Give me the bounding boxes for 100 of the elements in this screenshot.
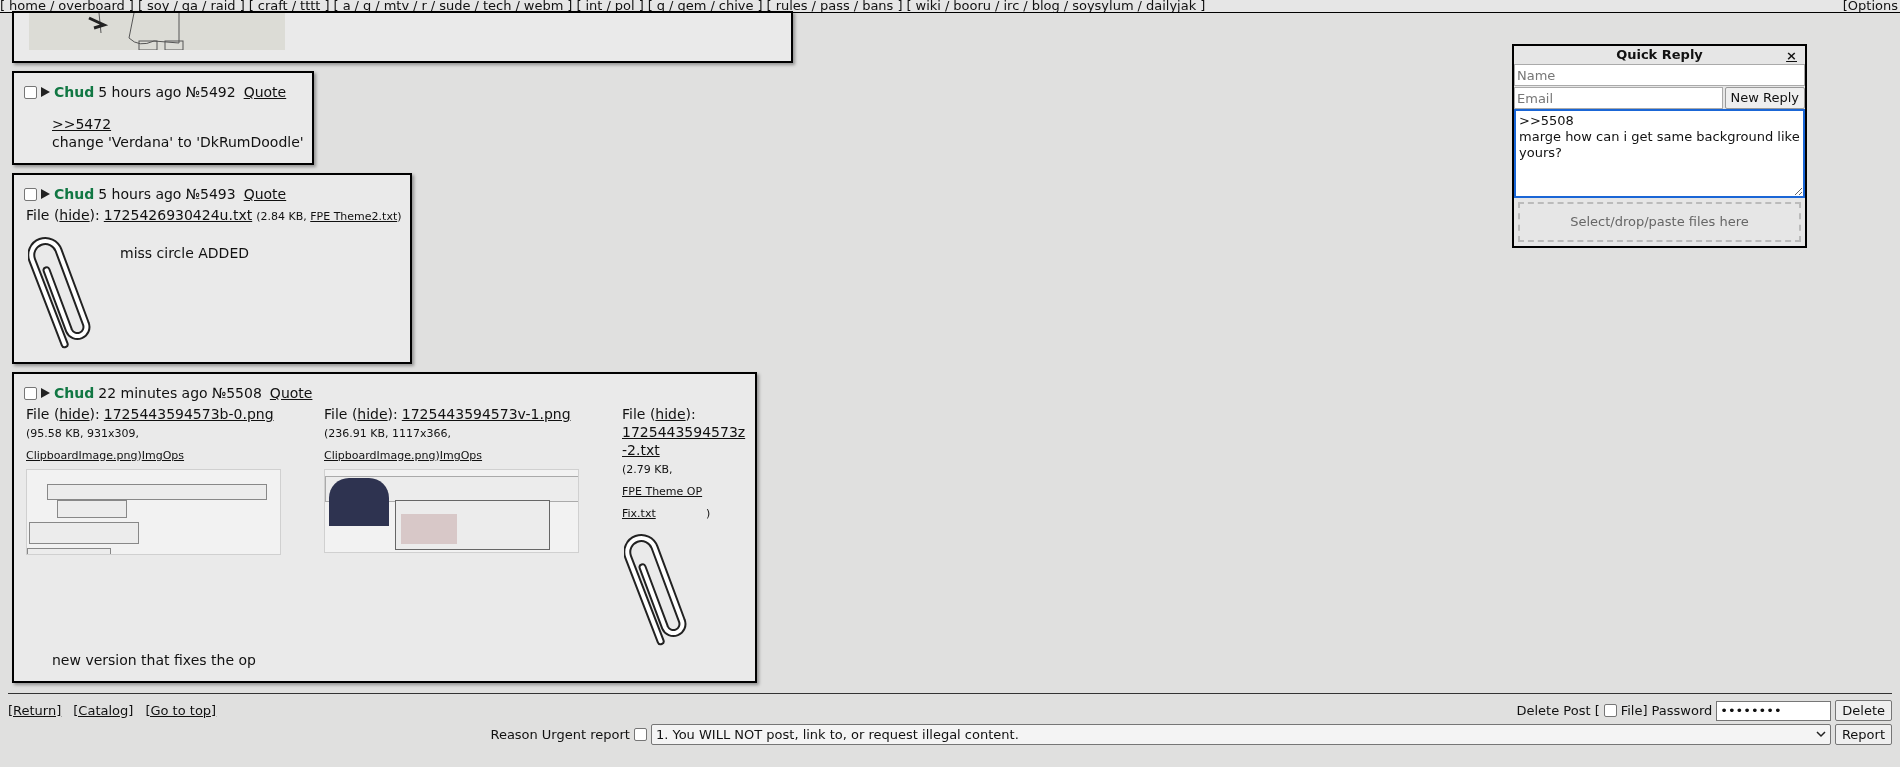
- file-label: ):: [387, 406, 398, 422]
- quote-link[interactable]: Quote: [269, 384, 313, 402]
- board-link[interactable]: soysylum: [1072, 0, 1134, 12]
- name-field[interactable]: Name: [1514, 64, 1805, 86]
- board-link[interactable]: tech: [482, 0, 512, 12]
- screenshot-thumbnail[interactable]: [26, 469, 281, 555]
- separator-text: /: [202, 0, 207, 12]
- nav-link[interactable]: [Return]: [8, 700, 62, 721]
- checkbox[interactable]: [1603, 704, 1617, 717]
- board-link[interactable]: soy: [147, 0, 170, 12]
- original-filename-link[interactable]: ClipboardImage.png: [26, 449, 138, 462]
- bracket-text: [: [766, 0, 772, 12]
- board-link[interactable]: blog: [1031, 0, 1060, 12]
- bracket-text: [: [333, 0, 339, 12]
- bracket-text: ]: [324, 0, 330, 12]
- close-button[interactable]: ×: [1786, 46, 1797, 66]
- password-field[interactable]: ••••••••: [1716, 700, 1832, 721]
- separator-text: /: [173, 0, 178, 12]
- board-link[interactable]: mtv: [383, 0, 410, 12]
- separator-text: /: [354, 0, 359, 12]
- post-time: 5 hours ago: [98, 185, 182, 203]
- board-link[interactable]: irc: [1003, 0, 1020, 12]
- post-text: new version that fixes the op: [52, 651, 257, 669]
- board-link[interactable]: gem: [677, 0, 707, 12]
- expand-triangle-icon: [41, 388, 50, 398]
- board-link[interactable]: wiki: [915, 0, 941, 12]
- file-info: (2.79 KB,: [622, 463, 673, 476]
- quote-link[interactable]: Quote: [243, 185, 287, 203]
- rule-dropdown[interactable]: 1. You WILL NOT post, link to, or request illegal content.: [650, 724, 1831, 745]
- board-link[interactable]: a: [342, 0, 351, 12]
- separator-text: /: [375, 0, 380, 12]
- nav-link[interactable]: [Go to top]: [145, 700, 217, 721]
- board-link[interactable]: home: [9, 0, 46, 12]
- file-label: File (: [26, 207, 60, 223]
- quote-link[interactable]: Quote: [243, 83, 287, 101]
- separator-text: /: [1023, 0, 1028, 12]
- screenshot-thumbnail[interactable]: [324, 469, 579, 553]
- reply-link[interactable]: >>5472: [52, 115, 112, 133]
- separator-text: /: [811, 0, 816, 12]
- hide-link[interactable]: hide: [59, 207, 90, 223]
- board-link[interactable]: g: [363, 0, 372, 12]
- board-link[interactable]: r: [421, 0, 427, 12]
- password-label: Password: [1651, 701, 1713, 720]
- new-reply-button[interactable]: New Reply: [1724, 87, 1805, 109]
- delete-button[interactable]: Delete: [1835, 700, 1892, 721]
- original-filename-link[interactable]: FPE Theme2.txt: [310, 210, 398, 223]
- image-thumbnail[interactable]: [29, 13, 285, 50]
- report-button[interactable]: Report: [1834, 724, 1892, 745]
- file-label: File (: [26, 406, 60, 422]
- comment-field[interactable]: >>5508 marge how can i get same background like yours?: [1514, 109, 1805, 198]
- file-label: ):: [685, 406, 696, 422]
- poster-name: Chud: [54, 83, 95, 101]
- separator-text: /: [1063, 0, 1069, 12]
- bracket-text: [: [647, 0, 653, 12]
- file-dropzone[interactable]: Select/drop/paste files here: [1518, 202, 1801, 242]
- board-link[interactable]: q: [656, 0, 666, 12]
- board-link[interactable]: chive: [718, 0, 754, 12]
- board-link[interactable]: bans: [862, 0, 894, 12]
- post-number: №5508: [211, 384, 262, 402]
- board-link[interactable]: rules: [775, 0, 808, 12]
- options-link[interactable]: [Options: [1842, 0, 1900, 12]
- bracket-text: [: [137, 0, 143, 12]
- checkbox[interactable]: [24, 85, 37, 99]
- hide-link[interactable]: hide: [655, 406, 686, 422]
- board-link[interactable]: dailyjak: [1145, 0, 1197, 12]
- hide-link[interactable]: hide: [59, 406, 90, 422]
- board-link[interactable]: craft: [257, 0, 288, 12]
- file-link[interactable]: 1725443594573v-1.png: [401, 406, 571, 422]
- board-link[interactable]: qa: [181, 0, 199, 12]
- board-link[interactable]: int: [585, 0, 603, 12]
- board-link[interactable]: pass: [820, 0, 850, 12]
- bracket-text: [: [0, 0, 6, 12]
- file-link[interactable]: 1725426930424u.txt: [103, 207, 253, 223]
- file-link[interactable]: 1725443594573b-0.png: [103, 406, 274, 422]
- hide-link[interactable]: hide: [357, 406, 388, 422]
- original-filename-link[interactable]: FPE Theme OP Fix.txt: [622, 481, 706, 525]
- bracket-text: [: [248, 0, 254, 12]
- file-info: ): [435, 449, 440, 462]
- board-link[interactable]: overboard: [58, 0, 125, 12]
- separator-text: /: [413, 0, 418, 12]
- board-link[interactable]: pol: [614, 0, 635, 12]
- checkbox[interactable]: [24, 187, 37, 201]
- checkbox[interactable]: [24, 386, 37, 400]
- board-link[interactable]: raid: [210, 0, 236, 12]
- checkbox[interactable]: [633, 728, 647, 741]
- expand-triangle-icon: [41, 189, 50, 199]
- post-time: 5 hours ago: [98, 83, 182, 101]
- nav-link[interactable]: [Catalog]: [73, 700, 134, 721]
- separator-text: /: [1137, 0, 1142, 12]
- file-label: File (: [324, 406, 358, 422]
- board-link[interactable]: tttt: [300, 0, 321, 12]
- panel-title: Quick Reply: [1616, 46, 1703, 65]
- board-link[interactable]: webm: [523, 0, 564, 12]
- file-link[interactable]: 1725443594573z-2.txt: [622, 423, 747, 459]
- board-link[interactable]: sude: [439, 0, 471, 12]
- email-field[interactable]: Email: [1514, 87, 1723, 109]
- imgops-link[interactable]: ImgOps: [439, 449, 483, 462]
- original-filename-link[interactable]: ClipboardImage.png: [324, 449, 436, 462]
- board-link[interactable]: booru: [953, 0, 992, 12]
- imgops-link[interactable]: ImgOps: [141, 449, 185, 462]
